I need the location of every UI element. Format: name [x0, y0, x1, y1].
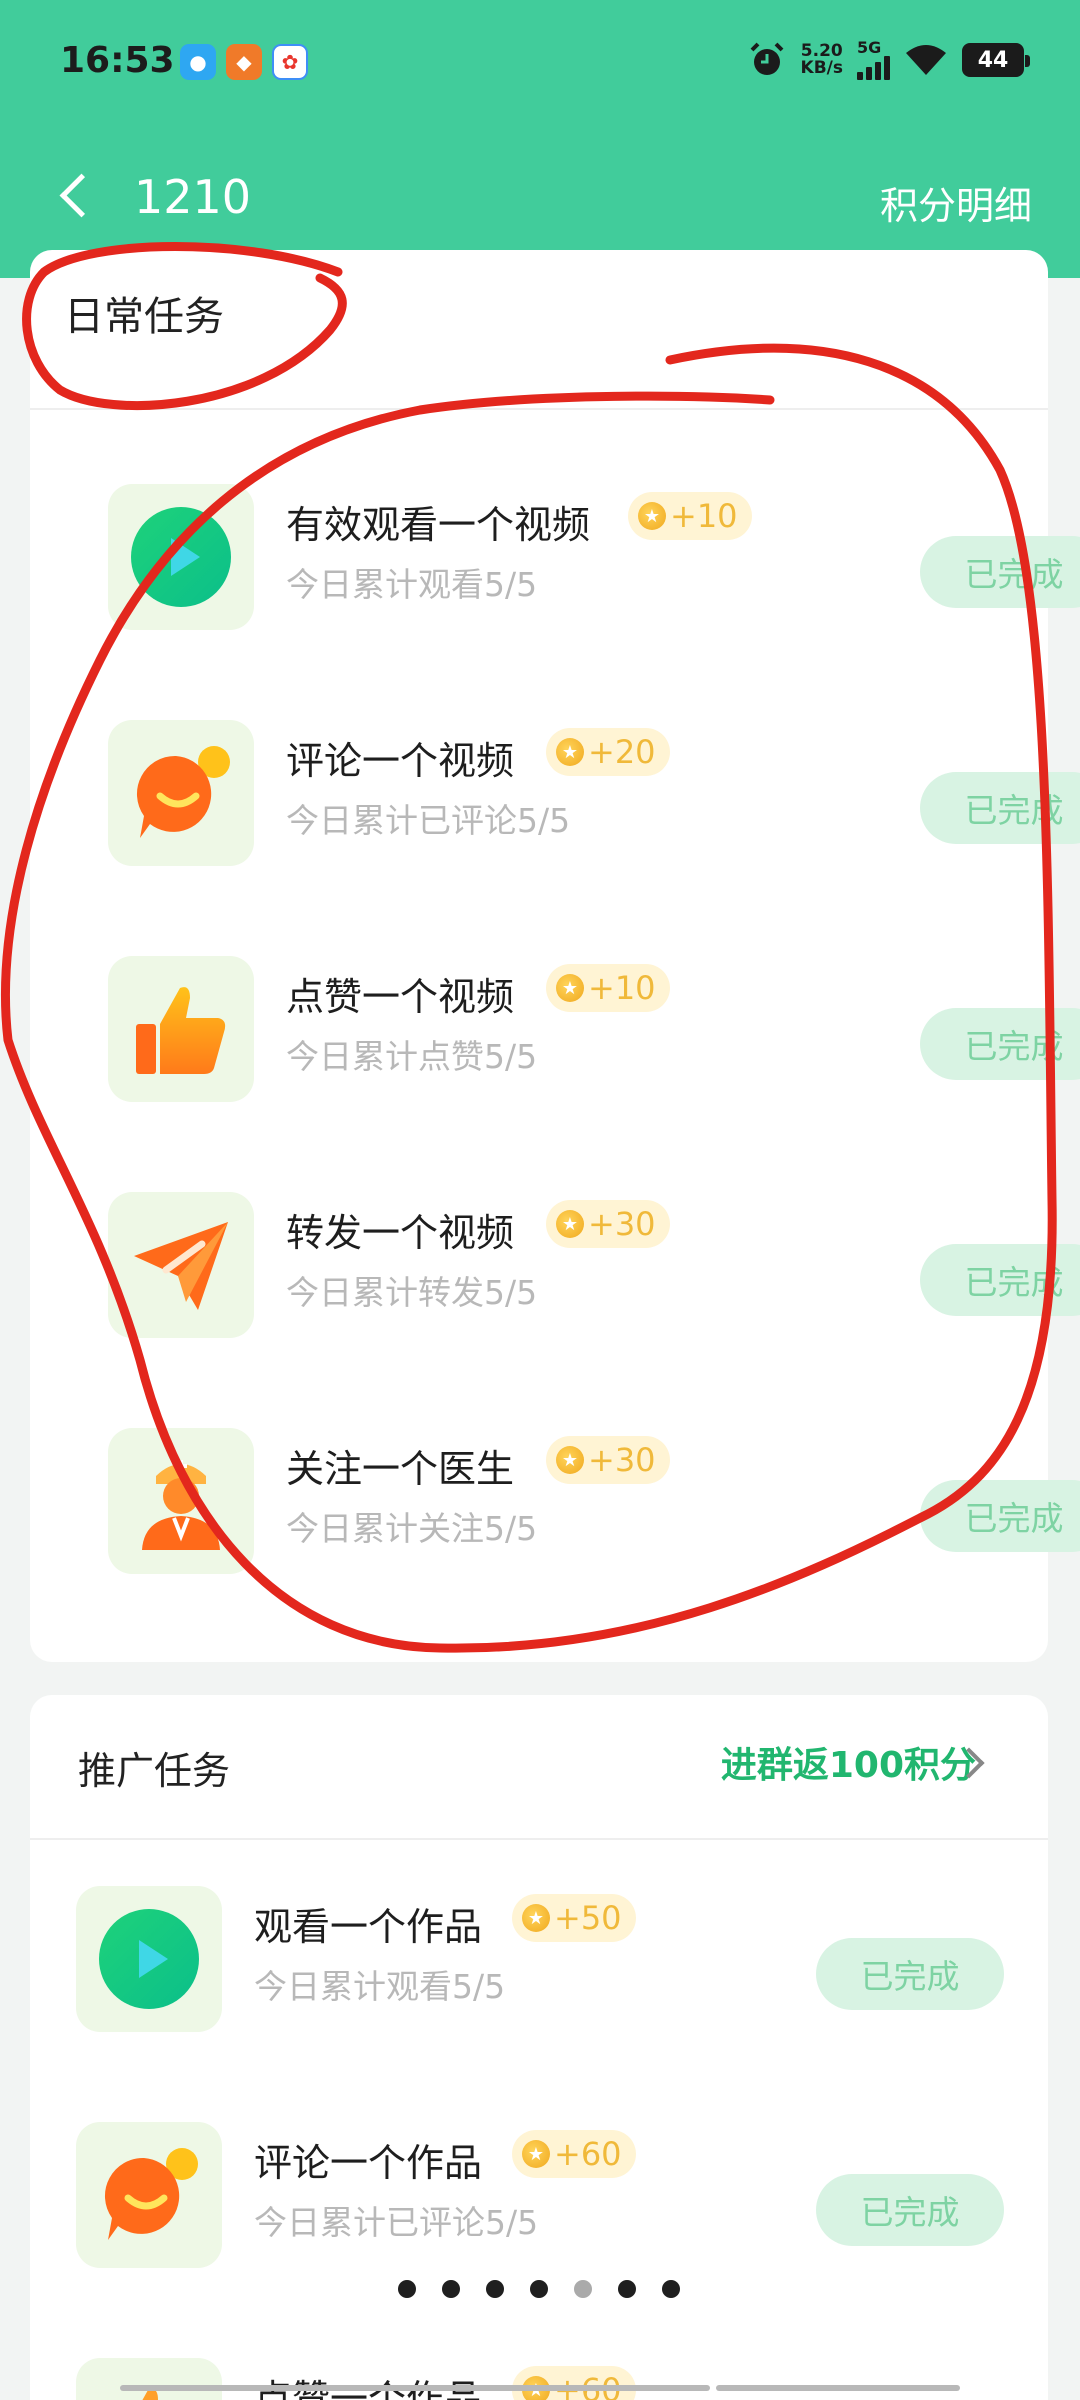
page-dot[interactable]	[398, 2280, 416, 2298]
task-row-like-work: 点赞一个作品 ★ +60	[76, 2358, 1004, 2400]
task-icon-container	[76, 2122, 222, 2268]
reward-badge: ★ +10	[628, 492, 752, 540]
divider	[30, 1838, 1048, 1840]
page-dot[interactable]	[662, 2280, 680, 2298]
task-name: 转发一个视频	[286, 1211, 515, 1255]
gesture-bar	[120, 2385, 710, 2391]
task-progress: 今日累计观看5/5	[286, 565, 538, 604]
status-icons: 5.20 KB/s 5G 44	[747, 40, 1030, 80]
task-progress: 今日累计已评论5/5	[286, 801, 571, 840]
task-name: 点赞一个视频	[286, 975, 515, 1019]
comment-icon	[136, 746, 230, 838]
reward-badge: ★ +50	[512, 1894, 636, 1942]
reward-badge: ★ +30	[546, 1200, 670, 1248]
task-row-comment-work: 评论一个作品 ★ +60 今日累计已评论5/5 已完成	[76, 2122, 1004, 2272]
task-progress: 今日累计关注5/5	[286, 1509, 538, 1548]
messenger-app-icon: ●	[180, 44, 216, 80]
task-name: 评论一个视频	[286, 739, 515, 783]
completed-button[interactable]: 已完成	[920, 1008, 1080, 1080]
page-dot[interactable]	[530, 2280, 548, 2298]
wifi-icon	[906, 45, 946, 75]
task-row-comment-video: 评论一个视频 ★ +20 今日累计已评论5/5 已完成	[108, 720, 1080, 870]
play-icon	[131, 507, 231, 607]
task-name: 有效观看一个视频	[286, 503, 591, 547]
task-name: 点赞一个作品	[254, 2377, 483, 2400]
task-name: 评论一个作品	[254, 2141, 483, 2185]
status-app-icons: ● ◆ ✿	[180, 44, 308, 80]
coin-icon: ★	[556, 974, 584, 1002]
task-name: 关注一个医生	[286, 1447, 515, 1491]
completed-button[interactable]: 已完成	[920, 1244, 1080, 1316]
task-progress: 今日累计转发5/5	[286, 1273, 538, 1312]
task-row-watch-work: 观看一个作品 ★ +50 今日累计观看5/5 已完成	[76, 1886, 1004, 2036]
gesture-bar	[716, 2385, 960, 2391]
doctor-icon	[142, 1460, 220, 1550]
task-icon-container	[108, 720, 254, 866]
reward-badge: ★ +20	[546, 728, 670, 776]
task-progress: 今日累计点赞5/5	[286, 1037, 538, 1076]
page-indicator	[398, 2280, 680, 2298]
cellular-signal: 5G	[857, 40, 890, 80]
back-button[interactable]	[52, 164, 102, 228]
page-dot[interactable]	[618, 2280, 636, 2298]
reward-badge: ★ +60	[512, 2366, 636, 2400]
video-app-icon: ✿	[272, 44, 308, 80]
task-icon-container	[108, 1428, 254, 1574]
reward-badge: ★ +10	[546, 964, 670, 1012]
completed-button[interactable]: 已完成	[920, 536, 1080, 608]
completed-button[interactable]: 已完成	[920, 1480, 1080, 1552]
signal-bars-icon	[857, 56, 890, 80]
reward-badge: ★ +60	[512, 2130, 636, 2178]
task-progress: 今日累计观看5/5	[254, 1967, 506, 2006]
paper-plane-icon	[134, 1222, 228, 1310]
coin-icon: ★	[522, 2140, 550, 2168]
task-progress: 今日累计已评论5/5	[254, 2203, 539, 2242]
play-icon	[99, 1909, 199, 2009]
task-row-follow-doctor: 关注一个医生 ★ +30 今日累计关注5/5 已完成	[108, 1428, 1080, 1578]
join-group-link[interactable]: 进群返100积分	[721, 1736, 976, 1788]
divider	[30, 408, 1048, 410]
coin-icon: ★	[522, 1904, 550, 1932]
comment-icon	[104, 2148, 198, 2240]
network-speed: 5.20 KB/s	[800, 41, 843, 78]
task-name: 观看一个作品	[254, 1905, 483, 1949]
task-row-watch-video: 有效观看一个视频 ★ +10 今日累计观看5/5 已完成	[108, 484, 1080, 634]
coin-icon: ★	[638, 502, 666, 530]
task-icon-container	[108, 1192, 254, 1338]
promo-tasks-title: 推广任务	[78, 1749, 231, 1793]
thumbs-up-icon	[136, 987, 226, 1074]
battery-indicator: 44	[962, 43, 1030, 77]
daily-tasks-title: 日常任务	[64, 294, 224, 340]
task-icon-container	[76, 2358, 222, 2400]
task-row-like-video: 点赞一个视频 ★ +10 今日累计点赞5/5 已完成	[108, 956, 1080, 1106]
page-title: 1210	[134, 170, 252, 224]
page-dot-active[interactable]	[574, 2280, 592, 2298]
coin-icon: ★	[556, 1210, 584, 1238]
status-time: 16:53	[60, 40, 175, 81]
page-dot[interactable]	[486, 2280, 504, 2298]
coin-icon: ★	[556, 1446, 584, 1474]
coin-icon: ★	[556, 738, 584, 766]
completed-button[interactable]: 已完成	[816, 2174, 1004, 2246]
completed-button[interactable]: 已完成	[920, 772, 1080, 844]
points-detail-link[interactable]: 积分明细	[880, 175, 1032, 230]
fox-app-icon: ◆	[226, 44, 262, 80]
reward-badge: ★ +30	[546, 1436, 670, 1484]
task-icon-container	[108, 484, 254, 630]
task-row-share-video: 转发一个视频 ★ +30 今日累计转发5/5 已完成	[108, 1192, 1080, 1342]
completed-button[interactable]: 已完成	[816, 1938, 1004, 2010]
alarm-icon	[750, 42, 783, 75]
task-icon-container	[76, 1886, 222, 2032]
page-dot[interactable]	[442, 2280, 460, 2298]
task-icon-container	[108, 956, 254, 1102]
